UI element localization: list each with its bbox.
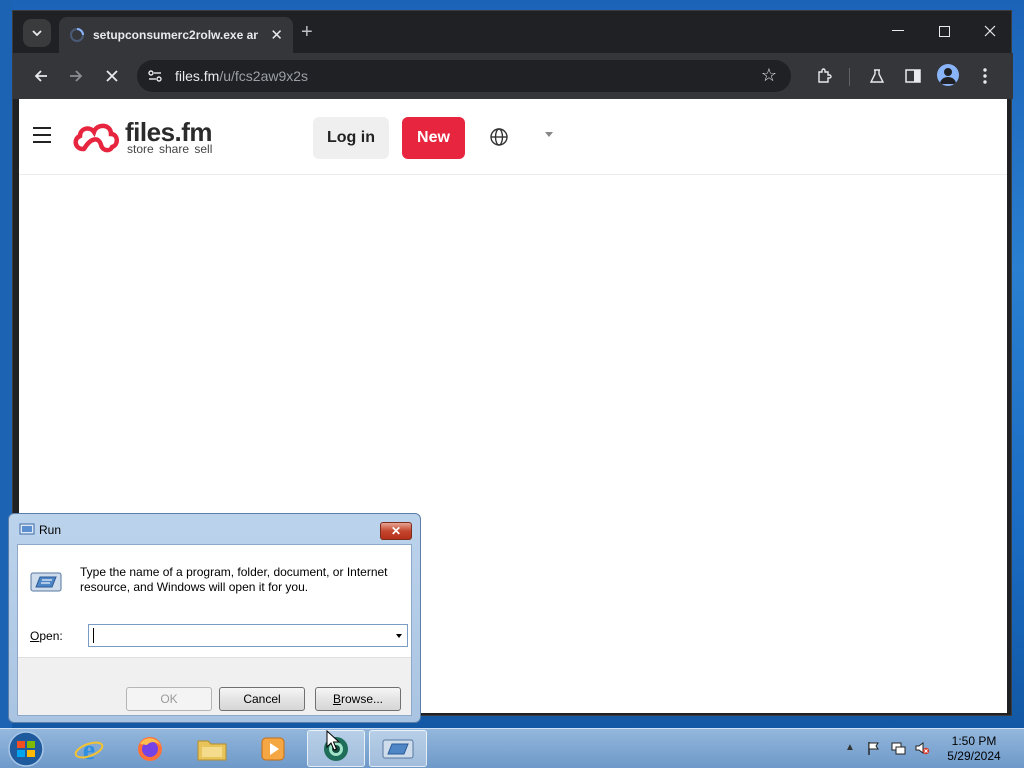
close-icon bbox=[984, 25, 996, 37]
dropdown-arrow-icon[interactable] bbox=[396, 634, 402, 638]
side-panel-icon[interactable] bbox=[901, 64, 925, 88]
loading-spinner-icon bbox=[70, 28, 84, 42]
new-tab-button[interactable]: + bbox=[301, 21, 313, 43]
new-button[interactable]: New bbox=[402, 117, 465, 159]
side-panel-icon-glyph bbox=[905, 69, 921, 83]
cloud-logo-icon bbox=[73, 123, 119, 153]
arrow-left-icon bbox=[34, 70, 47, 82]
files-fm-logo[interactable]: files.fm store share sell bbox=[71, 117, 221, 157]
run-program-icon bbox=[30, 572, 62, 592]
toolbar-separator bbox=[849, 68, 850, 86]
forward-button[interactable] bbox=[63, 63, 89, 89]
svg-text:e: e bbox=[83, 735, 95, 764]
media-player-icon bbox=[261, 737, 285, 760]
taskbar-run-dialog[interactable] bbox=[369, 730, 427, 767]
taskbar-firefox[interactable] bbox=[121, 730, 179, 767]
open-combobox[interactable] bbox=[88, 624, 408, 647]
network-icon[interactable] bbox=[890, 740, 906, 756]
run-title: Run bbox=[39, 523, 62, 537]
action-center-flag-icon[interactable] bbox=[866, 740, 882, 756]
url-path: /u/fcs2aw9x2s bbox=[219, 68, 309, 84]
internet-explorer-icon: e bbox=[74, 735, 104, 764]
taskbar-internet-explorer[interactable]: e bbox=[60, 730, 118, 767]
site-settings-icon[interactable] bbox=[147, 68, 163, 84]
start-orb-icon[interactable] bbox=[4, 730, 48, 768]
show-hidden-icons-button[interactable]: ▲ bbox=[845, 742, 855, 753]
run-dialog: Run ✕ Type the name of a program, folder… bbox=[8, 513, 421, 723]
open-label-accel: O bbox=[30, 629, 40, 643]
profile-avatar-icon[interactable] bbox=[937, 64, 959, 86]
url-host: files.fm bbox=[175, 68, 220, 84]
site-header: files.fm store share sell Log in New bbox=[19, 99, 1007, 175]
maximize-button[interactable] bbox=[921, 11, 967, 51]
maximize-icon bbox=[938, 25, 950, 37]
volume-muted-icon[interactable] bbox=[914, 740, 930, 756]
run-titlebar[interactable]: Run ✕ bbox=[9, 514, 420, 544]
tab-close-icon[interactable]: ✕ bbox=[270, 26, 283, 44]
cancel-button[interactable]: Cancel bbox=[219, 687, 305, 711]
chevron-down-icon bbox=[32, 30, 42, 36]
logo-tagline: store share sell bbox=[127, 142, 213, 156]
url-text: files.fm/u/fcs2aw9x2s bbox=[175, 68, 308, 84]
system-clock[interactable]: 1:50 PM 5/29/2024 bbox=[934, 734, 1014, 764]
tab-active[interactable]: setupconsumerc2rolw.exe and ✕ bbox=[59, 17, 293, 53]
ok-button[interactable]: OK bbox=[126, 687, 212, 711]
labs-icon[interactable] bbox=[865, 64, 889, 88]
puzzle-icon bbox=[818, 68, 832, 83]
browse-button[interactable]: Browse... bbox=[315, 687, 401, 711]
window-controls bbox=[875, 11, 1013, 51]
browse-accel: B bbox=[332, 692, 341, 706]
hamburger-menu-icon[interactable] bbox=[33, 127, 51, 143]
stop-loading-button[interactable] bbox=[99, 63, 125, 89]
minimize-button[interactable] bbox=[875, 11, 921, 51]
more-vert-icon bbox=[983, 68, 987, 84]
open-label: Open: bbox=[30, 629, 63, 643]
run-close-button[interactable]: ✕ bbox=[380, 522, 412, 540]
run-footer: OK Cancel Browse... bbox=[18, 657, 411, 715]
firefox-icon bbox=[138, 736, 162, 761]
browse-rest: rowse... bbox=[341, 692, 384, 706]
close-icon bbox=[106, 70, 118, 82]
extensions-icon[interactable] bbox=[812, 64, 836, 88]
mouse-pointer-icon bbox=[326, 730, 340, 751]
login-button[interactable]: Log in bbox=[313, 117, 389, 159]
language-dropdown-caret-icon[interactable] bbox=[545, 132, 553, 137]
arrow-right-icon bbox=[70, 70, 83, 82]
tab-search-button[interactable] bbox=[23, 19, 51, 47]
run-app-icon bbox=[19, 523, 35, 535]
run-description: Type the name of a program, folder, docu… bbox=[80, 565, 388, 594]
bookmark-star-icon[interactable]: ☆ bbox=[761, 65, 777, 86]
back-button[interactable] bbox=[28, 63, 54, 89]
clock-time: 1:50 PM bbox=[951, 734, 997, 748]
minimize-icon bbox=[892, 30, 904, 31]
folder-icon bbox=[197, 740, 227, 760]
browser-toolbar: files.fm/u/fcs2aw9x2s ☆ bbox=[13, 53, 1013, 99]
run-program-icon bbox=[382, 739, 414, 758]
address-bar[interactable]: files.fm/u/fcs2aw9x2s ☆ bbox=[137, 60, 791, 92]
run-body: Type the name of a program, folder, docu… bbox=[17, 544, 412, 716]
text-caret bbox=[93, 628, 94, 643]
close-window-button[interactable] bbox=[967, 11, 1013, 51]
taskbar-file-explorer[interactable] bbox=[183, 730, 241, 767]
taskbar-media-player[interactable] bbox=[244, 730, 302, 767]
open-input[interactable] bbox=[91, 627, 381, 644]
person-icon bbox=[940, 68, 956, 84]
open-label-rest: pen: bbox=[39, 629, 63, 643]
tab-strip: setupconsumerc2rolw.exe and ✕ + bbox=[13, 11, 1013, 53]
tab-title: setupconsumerc2rolw.exe and bbox=[93, 28, 259, 42]
globe-language-icon[interactable] bbox=[489, 127, 509, 147]
taskbar: e ▲ 1:50 PM 5/29/2024 bbox=[0, 728, 1024, 768]
clock-date: 5/29/2024 bbox=[947, 749, 1001, 763]
flask-icon bbox=[869, 69, 885, 83]
menu-kebab-icon[interactable] bbox=[973, 64, 997, 88]
